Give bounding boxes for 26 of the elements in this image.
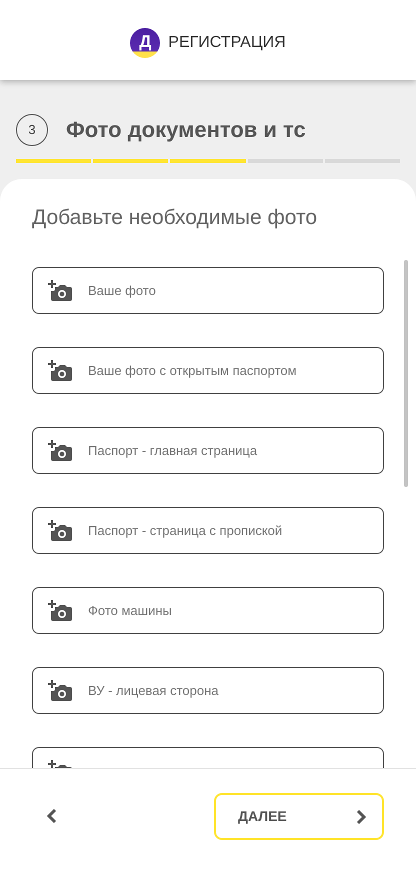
photo-upload-field[interactable]: Ваше фото с открытым паспортом bbox=[32, 347, 384, 394]
photo-upload-field[interactable]: Паспорт - главная страница bbox=[32, 427, 384, 474]
photo-label: Паспорт - страница с пропиской bbox=[88, 522, 282, 540]
next-button[interactable]: ДАЛЕЕ bbox=[214, 793, 384, 840]
photo-upload-field[interactable]: Ваше фото bbox=[32, 267, 384, 314]
photo-upload-field[interactable]: Паспорт - страница с пропиской bbox=[32, 507, 384, 554]
add-photo-icon bbox=[48, 280, 72, 302]
add-photo-icon bbox=[48, 360, 72, 382]
photo-upload-field[interactable]: Фото машины bbox=[32, 587, 384, 634]
step-title: Фото документов и тс bbox=[66, 116, 306, 144]
photo-label: ВУ - лицевая сторона bbox=[88, 682, 218, 700]
step-number: 3 bbox=[16, 114, 48, 146]
logo-letter: Д bbox=[139, 31, 152, 53]
add-photo-icon bbox=[48, 520, 72, 542]
add-photo-icon bbox=[48, 600, 72, 622]
chevron-right-icon bbox=[356, 810, 366, 824]
photo-label: Фото машины bbox=[88, 602, 172, 620]
chevron-left-icon bbox=[47, 809, 57, 823]
photo-label: Ваше фото с открытым паспортом bbox=[88, 362, 297, 380]
header-title: РЕГИСТРАЦИЯ bbox=[168, 33, 286, 53]
section-heading: Добавьте необходимые фото bbox=[32, 205, 318, 231]
photo-upload-field[interactable]: ВУ - лицевая сторона bbox=[32, 667, 384, 714]
add-photo-icon bbox=[48, 440, 72, 462]
photo-label: Ваше фото bbox=[88, 282, 156, 300]
add-photo-icon bbox=[48, 680, 72, 702]
photo-label: Паспорт - главная страница bbox=[88, 442, 258, 460]
